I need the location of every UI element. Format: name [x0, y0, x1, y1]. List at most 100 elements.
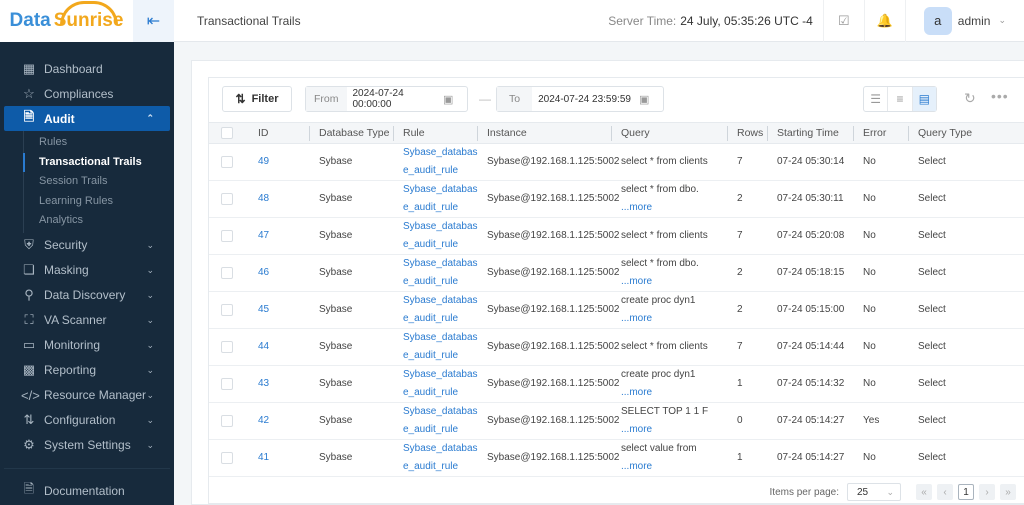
sidebar-item-reporting[interactable]: ▩ Reporting ⌄	[0, 358, 174, 383]
sidebar-item-dashboard[interactable]: ▦ Dashboard	[0, 56, 174, 81]
rule-link[interactable]: Sybase_databas e_audit_rule	[403, 332, 478, 361]
rule-link[interactable]: Sybase_databas e_audit_rule	[403, 406, 478, 435]
notifications-button[interactable]: 🔔	[863, 0, 905, 42]
rule-link[interactable]: Sybase_databas e_audit_rule	[403, 221, 478, 250]
prev-page-button[interactable]: ‹	[937, 484, 953, 500]
filter-button[interactable]: ⇅ Filter	[222, 86, 292, 112]
density-comfortable-button[interactable]: ☰	[864, 87, 889, 111]
rule-link[interactable]: Sybase_databas e_audit_rule	[403, 443, 478, 472]
column-header-query-type[interactable]: Query Type	[909, 122, 1024, 144]
submenu-item-transactional-trails[interactable]: Transactional Trails	[23, 152, 174, 172]
rule-link[interactable]: Sybase_databas e_audit_rule	[403, 258, 478, 287]
row-checkbox[interactable]	[221, 415, 233, 427]
more-link[interactable]: ...more	[621, 461, 652, 472]
column-header-error[interactable]: Error	[854, 122, 909, 144]
row-checkbox[interactable]	[221, 193, 233, 205]
submenu-item-session-trails[interactable]: Session Trails	[24, 172, 174, 192]
sidebar-item-va-scanner[interactable]: ⛶ VA Scanner ⌄	[0, 308, 174, 333]
row-id-link[interactable]: 47	[258, 230, 269, 241]
column-header-rule[interactable]: Rule	[394, 122, 478, 144]
collapse-menu-button[interactable]: ⇤	[133, 0, 174, 42]
refresh-icon[interactable]: ↻	[964, 90, 976, 107]
sidebar-item-security[interactable]: ⛨ Security ⌄	[0, 233, 174, 258]
column-header-query[interactable]: Query	[612, 122, 728, 144]
column-header-id[interactable]: ID	[249, 122, 310, 144]
row-checkbox[interactable]	[221, 267, 233, 279]
table-row[interactable]: 44 Sybase Sybase_databas e_audit_rule Sybase…	[209, 328, 1024, 366]
row-id-link[interactable]: 44	[258, 341, 269, 352]
row-id-link[interactable]: 45	[258, 304, 269, 315]
column-header-rows[interactable]: Rows	[728, 122, 768, 144]
user-menu[interactable]: a admin ⌄	[904, 0, 1024, 42]
document-icon: 🗎	[23, 108, 35, 124]
rule-link[interactable]: Sybase_databas e_audit_rule	[403, 184, 478, 213]
sidebar-item-resource-manager[interactable]: </> Resource Manager ⌄	[0, 383, 174, 408]
sidebar-item-audit[interactable]: 🗎 Audit ⌃	[4, 106, 170, 131]
table-row[interactable]: 42 Sybase Sybase_databas e_audit_rule Sybase…	[209, 402, 1024, 440]
submenu-item-learning-rules[interactable]: Learning Rules	[24, 192, 174, 212]
row-id-link[interactable]: 42	[258, 415, 269, 426]
page-1-button[interactable]: 1	[958, 484, 974, 500]
sidebar-item-monitoring[interactable]: ▭ Monitoring ⌄	[0, 333, 174, 358]
more-link[interactable]: ...more	[621, 424, 652, 435]
calendar-icon[interactable]: ▣	[639, 93, 663, 106]
sidebar-item-configuration[interactable]: ⇅ Configuration ⌄	[0, 408, 174, 433]
error-status: Yes	[854, 402, 909, 440]
more-options-icon[interactable]: •••	[991, 88, 1009, 104]
row-id-link[interactable]: 46	[258, 267, 269, 278]
table-row[interactable]: 46 Sybase Sybase_databas e_audit_rule Sybase…	[209, 254, 1024, 292]
sidebar: ▦ Dashboard ☆ Compliances 🗎 Audit ⌃ Rules Transa…	[0, 42, 174, 505]
sidebar-item-system-settings[interactable]: ⚙ System Settings ⌄	[0, 433, 174, 458]
table-row[interactable]: 43 Sybase Sybase_databas e_audit_rule Sybase…	[209, 365, 1024, 403]
table-row[interactable]: 45 Sybase Sybase_databas e_audit_rule Sybase…	[209, 291, 1024, 329]
tasks-button[interactable]: ☑	[822, 0, 864, 42]
calendar-icon[interactable]: ▣	[443, 93, 467, 106]
more-link[interactable]: ...more	[621, 313, 652, 324]
to-date-input[interactable]: To 2024-07-24 23:59:59 ▣	[496, 86, 664, 112]
row-checkbox[interactable]	[221, 452, 233, 464]
more-link[interactable]: ...more	[621, 387, 652, 398]
items-per-page-select[interactable]: 25 ⌄	[847, 483, 901, 501]
rule-link[interactable]: Sybase_databas e_audit_rule	[403, 295, 478, 324]
submenu-item-analytics[interactable]: Analytics	[24, 211, 174, 231]
chevron-down-icon: ⌄	[146, 389, 154, 400]
sidebar-item-label: Compliances	[44, 86, 114, 101]
chevron-down-icon: ⌄	[146, 264, 154, 275]
select-all-checkbox[interactable]	[221, 127, 233, 139]
sidebar-item-data-discovery[interactable]: ⚲ Data Discovery ⌄	[0, 283, 174, 308]
row-id-link[interactable]: 43	[258, 378, 269, 389]
row-id-link[interactable]: 48	[258, 193, 269, 204]
sidebar-item-masking[interactable]: ❏ Masking ⌄	[0, 258, 174, 283]
row-checkbox[interactable]	[221, 341, 233, 353]
chevron-down-icon: ⌄	[146, 289, 154, 300]
rule-link[interactable]: Sybase_databas e_audit_rule	[403, 369, 478, 398]
row-checkbox[interactable]	[221, 156, 233, 168]
density-standard-button[interactable]: ≡	[888, 87, 913, 111]
submenu-item-rules[interactable]: Rules	[24, 133, 174, 153]
column-header-starting-time[interactable]: Starting Time	[768, 122, 854, 144]
row-id-link[interactable]: 49	[258, 156, 269, 167]
more-link[interactable]: ...more	[621, 202, 652, 213]
sidebar-item-documentation[interactable]: 🗎 Documentation	[0, 479, 174, 504]
row-checkbox[interactable]	[221, 304, 233, 316]
query-type: Select	[909, 365, 1024, 403]
sidebar-item-compliances[interactable]: ☆ Compliances	[0, 81, 174, 106]
more-link[interactable]: ...more	[621, 276, 652, 287]
table-row[interactable]: 48 Sybase Sybase_databas e_audit_rule Sybase…	[209, 180, 1024, 218]
error-status: No	[854, 217, 909, 255]
density-compact-button[interactable]: ▤	[912, 87, 936, 111]
datasunrise-logo[interactable]: Data Sunrise	[0, 0, 133, 42]
row-checkbox[interactable]	[221, 230, 233, 242]
table-row[interactable]: 49 Sybase Sybase_databas e_audit_rule Sybase…	[209, 143, 1024, 181]
table-row[interactable]: 47 Sybase Sybase_databas e_audit_rule Sybase…	[209, 217, 1024, 255]
last-page-button[interactable]: »	[1000, 484, 1016, 500]
column-header-database-type[interactable]: Database Type	[310, 122, 394, 144]
row-checkbox[interactable]	[221, 378, 233, 390]
from-date-input[interactable]: From 2024-07-24 00:00:00 ▣	[305, 86, 468, 112]
row-id-link[interactable]: 41	[258, 452, 269, 463]
table-row[interactable]: 41 Sybase Sybase_databas e_audit_rule Sybase…	[209, 439, 1024, 477]
column-header-instance[interactable]: Instance	[478, 122, 612, 144]
next-page-button[interactable]: ›	[979, 484, 995, 500]
rule-link[interactable]: Sybase_databas e_audit_rule	[403, 147, 478, 176]
first-page-button[interactable]: «	[916, 484, 932, 500]
